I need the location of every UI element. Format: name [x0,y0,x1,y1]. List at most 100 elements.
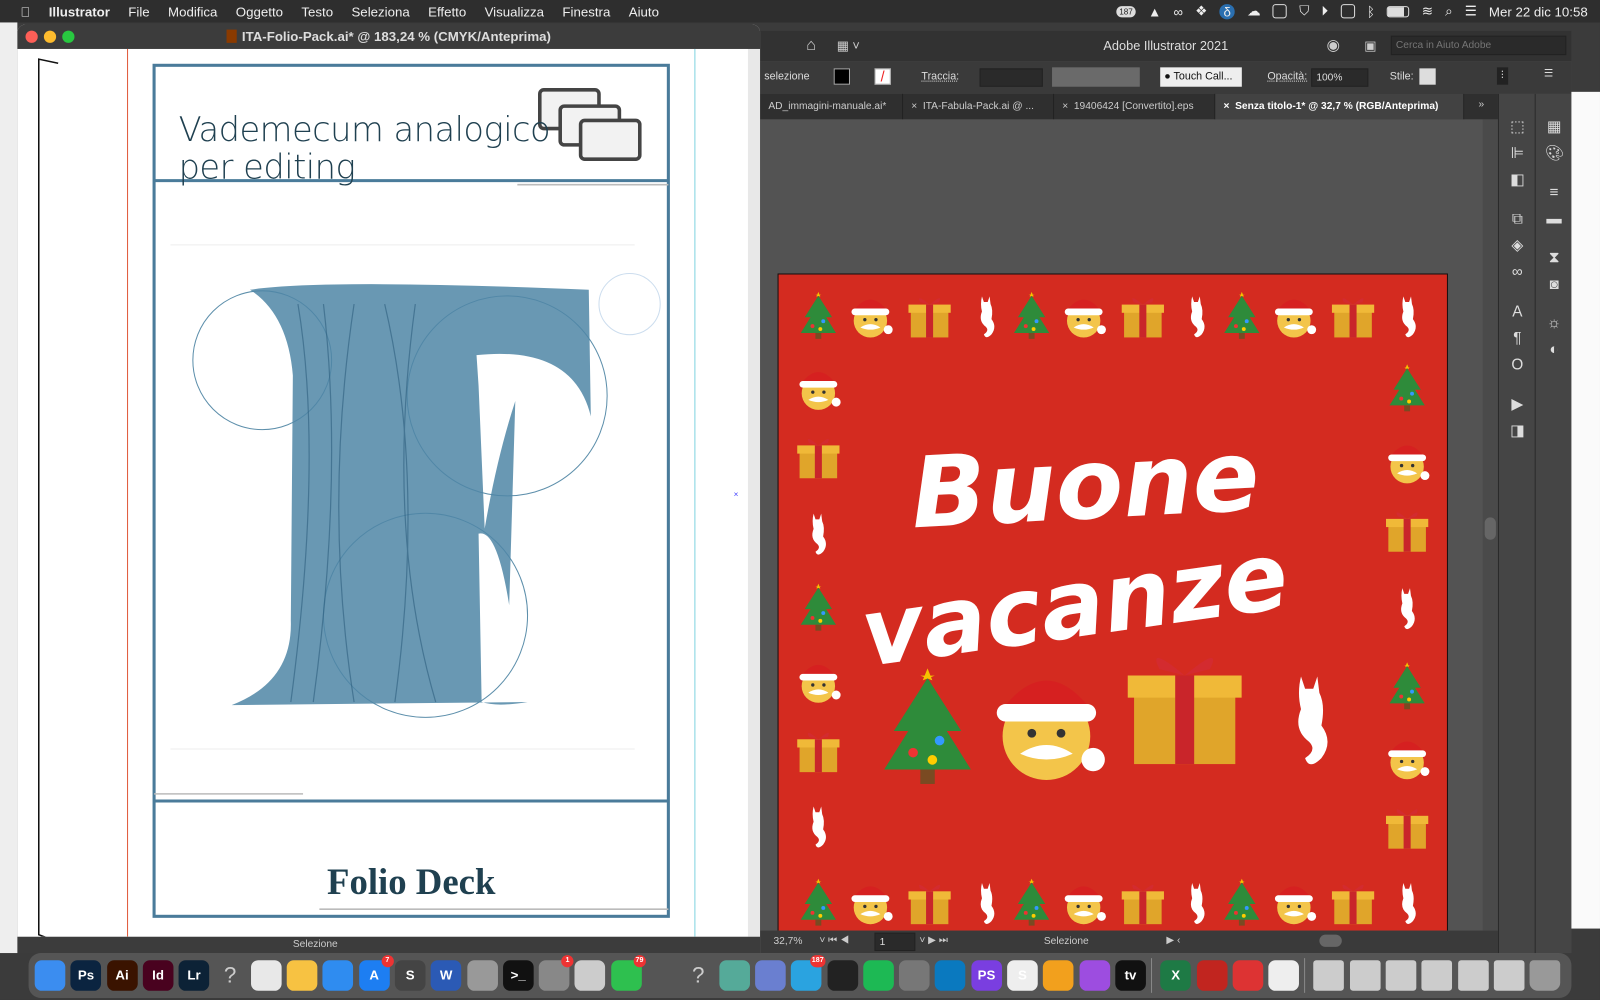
dock-app-preview[interactable] [466,960,498,991]
dock-app-unknown-2[interactable]: ? [683,960,714,991]
transparency-icon[interactable]: ⧗ [1545,249,1563,267]
paragraph-icon[interactable]: ¶ [1508,330,1526,348]
dock-app-unknown[interactable]: ? [215,960,246,991]
dock-app-sketch[interactable] [286,960,318,991]
gift-icon[interactable] [795,727,842,776]
gift-icon[interactable] [1384,803,1431,852]
dock-app-app-store[interactable]: A7 [358,955,394,991]
dock-app-excel[interactable]: X [1160,960,1192,991]
cat-icon[interactable] [804,802,833,851]
graphic-style-swatch[interactable] [1419,68,1436,85]
screen-icon[interactable] [1272,4,1287,19]
dock-app-atom[interactable] [719,960,750,991]
christmas-card-artboard[interactable]: Buone vacanze [777,273,1448,931]
cat-icon[interactable] [1394,879,1423,928]
cat-icon[interactable] [1394,292,1423,341]
santa-icon[interactable] [1270,292,1317,341]
menu-oggetto[interactable]: Oggetto [236,4,283,19]
big-cat-icon[interactable] [1281,658,1342,780]
tab-ita-fabula[interactable]: × ITA-Fabula-Pack.ai @ ... [903,93,1055,120]
santa-icon[interactable] [1060,879,1107,928]
play-icon[interactable]: ⏵ [1321,3,1328,19]
spotlight-search-icon[interactable]: ⌕ [1445,3,1452,19]
sync-icon[interactable]: δ [1219,3,1235,19]
menu-finestra[interactable]: Finestra [562,4,610,19]
close-button[interactable] [25,30,38,43]
actions-icon[interactable]: ▶ [1508,396,1526,414]
brush-definition-dropdown[interactable]: ● Touch Call... [1160,67,1242,87]
gift-icon[interactable] [795,433,842,482]
more-options-icon[interactable]: ☰ [1544,67,1554,79]
dock-app-apple-tv[interactable]: tv [1115,960,1146,991]
zoom-button[interactable] [62,30,75,43]
cat-icon[interactable] [804,509,833,558]
tree-icon[interactable] [795,292,842,341]
dock-app-tableplus[interactable] [1043,960,1074,991]
wifi-icon[interactable]: ≋ [1422,3,1433,19]
dock-app-finder[interactable] [34,960,66,991]
status-badge-icon[interactable]: 187 [1116,5,1136,17]
santa-icon[interactable] [1270,879,1317,928]
trash-icon[interactable] [1529,960,1561,991]
opacity-label[interactable]: Opacità: [1267,70,1307,82]
menu-file[interactable]: File [128,4,149,19]
pathfinder-icon[interactable]: ◧ [1508,171,1526,189]
dock-app-phpstorm[interactable]: PS [971,960,1002,991]
document-canvas[interactable]: Vademecum analogico per editing Folio De… [17,48,748,937]
menu-visualizza[interactable]: Visualizza [485,4,544,19]
dock-app-lightroom[interactable]: Lr [178,960,210,991]
align-icon[interactable]: ⊫ [1508,145,1526,163]
dock-app-time-machine[interactable] [574,960,606,991]
links-icon[interactable]: ∞ [1508,263,1526,281]
dock-app-word[interactable]: W [430,960,462,991]
menu-effetto[interactable]: Effetto [428,4,466,19]
tab-senza-titolo[interactable]: × Senza titolo-1* @ 32,7 % (RGB/Anteprim… [1215,93,1465,120]
tab-19406424[interactable]: × 19406424 [Convertito].eps [1054,93,1216,120]
gradient-icon[interactable]: ▬ [1545,210,1563,228]
workspace-switcher-icon[interactable]: ▦ ˅ [837,31,860,62]
appearance-icon[interactable]: ☼ [1545,314,1563,332]
status-tool[interactable]: Selezione [1044,936,1089,947]
control-center-icon[interactable]: ☰ [1465,3,1477,19]
dock-app-sublime[interactable]: S [394,960,426,991]
dropbox-icon[interactable]: ❖ [1195,3,1207,19]
dock-app-scrivener[interactable]: S [1007,960,1038,991]
dock-app-photoshop[interactable]: Ps [70,960,102,991]
dock-recent-item[interactable] [1313,960,1345,991]
santa-icon[interactable] [847,879,894,928]
cat-icon[interactable] [1183,879,1212,928]
gift-icon[interactable] [906,879,953,928]
variable-width-profile[interactable] [1052,67,1140,87]
minimize-button[interactable] [43,30,57,43]
home-icon[interactable]: ⌂ [806,31,816,62]
asset-export-icon[interactable]: ◨ [1508,422,1526,440]
image-trace-icon[interactable]: ◙ [1545,276,1563,294]
status-tool[interactable]: Selezione [293,939,338,950]
dock-app-podcasts[interactable] [1079,960,1110,991]
big-gift-icon[interactable] [1121,644,1248,771]
santa-icon[interactable] [795,364,842,413]
layers-icon[interactable]: ◈ [1508,237,1526,255]
stroke-label[interactable]: Traccia: [921,70,959,82]
big-santa-icon[interactable] [988,660,1105,789]
tab-ad-immagini[interactable]: AD_immagini-manuale.ai* [760,93,904,120]
display-icon[interactable] [1340,4,1355,19]
vlc-icon[interactable]: ▲ [1148,4,1161,19]
stroke-weight-input[interactable] [979,68,1043,87]
menu-testo[interactable]: Testo [301,4,333,19]
tree-icon[interactable] [795,879,842,928]
dock-app-terminal[interactable]: >_ [502,960,534,991]
cloud-icon[interactable]: ☁ [1247,3,1260,19]
zoom-level[interactable]: 32,7% [773,936,802,947]
tree-icon[interactable] [1218,879,1265,928]
tree-icon[interactable] [1008,292,1055,341]
artboards-icon[interactable]: ⧉ [1508,210,1526,228]
santa-icon[interactable] [1060,292,1107,341]
more-tabs-icon[interactable]: » [1479,99,1485,110]
opacity-input[interactable] [1311,68,1369,87]
shield-icon[interactable]: ⛉ [1299,3,1309,19]
santa-icon[interactable] [847,292,894,341]
dock-recent-item[interactable] [1421,960,1453,991]
transform-icon[interactable]: ⬚ [1508,118,1526,136]
user-add-icon[interactable]: ◉ [1327,31,1340,62]
